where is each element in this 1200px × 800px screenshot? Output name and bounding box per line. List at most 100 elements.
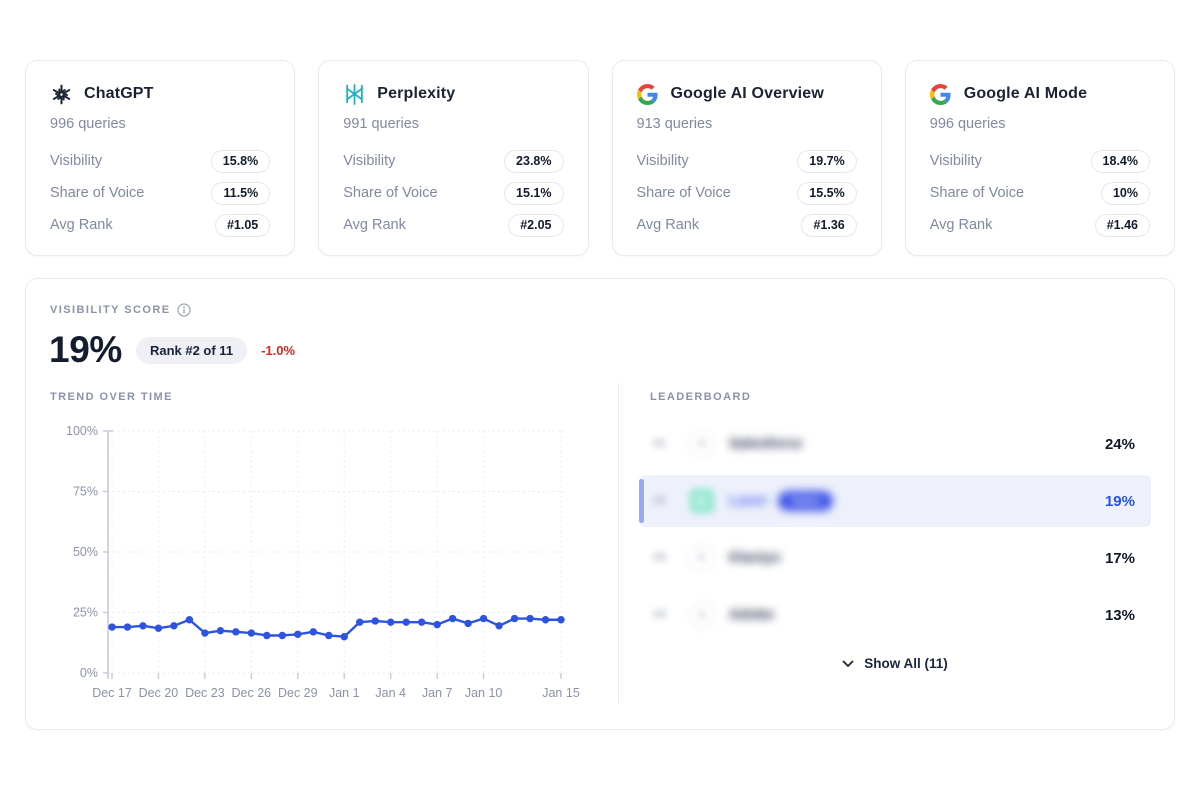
card-queries: 991 queries bbox=[343, 116, 563, 132]
visibility-value: 24% bbox=[1105, 436, 1135, 453]
svg-text:Jan 7: Jan 7 bbox=[422, 686, 453, 700]
metric-label: Avg Rank bbox=[637, 217, 700, 233]
trend-chart-canvas: Dec 17Dec 20Dec 23Dec 26Dec 29Jan 1Jan 4… bbox=[50, 413, 592, 709]
svg-text:100%: 100% bbox=[66, 424, 98, 438]
svg-text:75%: 75% bbox=[73, 485, 98, 499]
trend-chart: Dec 17Dec 20Dec 23Dec 26Dec 29Jan 1Jan 4… bbox=[50, 413, 595, 714]
leaderboard-rows: #1 S Salesforce 24% #2 L Laser Yours 19%… bbox=[639, 418, 1151, 641]
card-perplexity-header: Perplexity bbox=[343, 83, 563, 105]
visibility-value: 13% bbox=[1105, 607, 1135, 624]
card-google-ai-overview-header: Google AI Overview bbox=[637, 83, 857, 105]
perplexity-icon bbox=[343, 83, 365, 105]
metric-row: Avg Rank #2.05 bbox=[343, 213, 563, 237]
card-title: Google AI Mode bbox=[964, 85, 1087, 103]
metric-value-pill: #1.36 bbox=[801, 214, 856, 237]
svg-text:50%: 50% bbox=[73, 545, 98, 559]
score-row: 19% Rank #2 of 11 -1.0% bbox=[49, 329, 295, 371]
platform-cards-row: ChatGPT 996 queries Visibility 15.8% Sha… bbox=[25, 60, 1175, 256]
metric-label: Visibility bbox=[343, 153, 395, 169]
visibility-value: 17% bbox=[1105, 550, 1135, 567]
company-name: Klaviyo bbox=[729, 550, 781, 566]
metric-label: Share of Voice bbox=[930, 185, 1024, 201]
metric-row: Visibility 18.4% bbox=[930, 149, 1150, 173]
metric-row: Visibility 23.8% bbox=[343, 149, 563, 173]
company-name: Adobe bbox=[729, 607, 774, 623]
leaderboard-section: LEADERBOARD #1 S Salesforce 24% #2 L Las… bbox=[639, 391, 1151, 671]
company-avatar: S bbox=[689, 431, 715, 457]
rank-label: #3 bbox=[653, 552, 689, 564]
dashboard-page: ChatGPT 996 queries Visibility 15.8% Sha… bbox=[0, 0, 1200, 800]
svg-text:Jan 4: Jan 4 bbox=[375, 686, 406, 700]
metric-value-pill: 10% bbox=[1101, 182, 1150, 205]
card-title: ChatGPT bbox=[84, 85, 154, 103]
metric-row: Share of Voice 10% bbox=[930, 181, 1150, 205]
highlight-bar bbox=[639, 479, 644, 523]
info-icon[interactable] bbox=[177, 303, 191, 317]
metric-value-pill: #1.05 bbox=[215, 214, 270, 237]
metric-row: Share of Voice 15.1% bbox=[343, 181, 563, 205]
svg-text:Dec 26: Dec 26 bbox=[232, 686, 272, 700]
yours-badge: Yours bbox=[778, 491, 833, 511]
visibility-score-card: VISIBILITY SCORE 19% Rank #2 of 11 -1.0%… bbox=[25, 278, 1175, 730]
rank-label: #1 bbox=[653, 438, 689, 450]
company-name: Laser bbox=[729, 493, 768, 509]
score-delta: -1.0% bbox=[261, 343, 295, 358]
metric-label: Share of Voice bbox=[343, 185, 437, 201]
metric-label: Visibility bbox=[637, 153, 689, 169]
visibility-value: 19% bbox=[1105, 493, 1135, 510]
card-title: Google AI Overview bbox=[671, 85, 824, 103]
metric-label: Share of Voice bbox=[50, 185, 144, 201]
svg-text:0%: 0% bbox=[80, 666, 98, 680]
google-icon bbox=[930, 83, 952, 105]
metric-label: Avg Rank bbox=[50, 217, 113, 233]
metric-row: Avg Rank #1.36 bbox=[637, 213, 857, 237]
metric-label: Avg Rank bbox=[930, 217, 993, 233]
metric-row: Visibility 19.7% bbox=[637, 149, 857, 173]
visibility-score-label: VISIBILITY SCORE bbox=[50, 304, 170, 316]
card-queries: 996 queries bbox=[930, 116, 1150, 132]
visibility-score-header: VISIBILITY SCORE bbox=[50, 303, 191, 317]
company-avatar: L bbox=[689, 488, 715, 514]
metric-label: Visibility bbox=[930, 153, 982, 169]
metric-value-pill: #2.05 bbox=[508, 214, 563, 237]
svg-text:Dec 29: Dec 29 bbox=[278, 686, 318, 700]
column-divider bbox=[618, 383, 619, 703]
card-google-ai-mode-header: Google AI Mode bbox=[930, 83, 1150, 105]
leaderboard-row-2-highlighted[interactable]: #2 L Laser Yours 19% bbox=[639, 475, 1151, 527]
svg-text:Jan 15: Jan 15 bbox=[542, 686, 580, 700]
company-avatar: A bbox=[689, 602, 715, 628]
company-avatar: K bbox=[689, 545, 715, 571]
metric-value-pill: 19.7% bbox=[797, 150, 856, 173]
metric-value-pill: 11.5% bbox=[211, 182, 270, 205]
metric-value-pill: 15.8% bbox=[211, 150, 270, 173]
trend-over-time-label: TREND OVER TIME bbox=[50, 391, 595, 403]
card-title: Perplexity bbox=[377, 85, 455, 103]
leaderboard-row-1[interactable]: #1 S Salesforce 24% bbox=[639, 418, 1151, 470]
card-google-ai-mode: Google AI Mode 996 queries Visibility 18… bbox=[905, 60, 1175, 256]
metric-row: Avg Rank #1.05 bbox=[50, 213, 270, 237]
show-all-label: Show All (11) bbox=[864, 656, 948, 671]
metric-row: Share of Voice 15.5% bbox=[637, 181, 857, 205]
svg-text:Jan 1: Jan 1 bbox=[329, 686, 360, 700]
card-queries: 996 queries bbox=[50, 116, 270, 132]
rank-label: #4 bbox=[653, 609, 689, 621]
leaderboard-row-3[interactable]: #3 K Klaviyo 17% bbox=[639, 532, 1151, 584]
svg-text:Dec 20: Dec 20 bbox=[139, 686, 179, 700]
card-queries: 913 queries bbox=[637, 116, 857, 132]
metric-value-pill: 18.4% bbox=[1091, 150, 1150, 173]
metric-label: Visibility bbox=[50, 153, 102, 169]
card-chatgpt-header: ChatGPT bbox=[50, 83, 270, 105]
chevron-down-icon bbox=[842, 660, 854, 668]
show-all-button[interactable]: Show All (11) bbox=[639, 656, 1151, 671]
card-perplexity: Perplexity 991 queries Visibility 23.8% … bbox=[318, 60, 588, 256]
metric-label: Share of Voice bbox=[637, 185, 731, 201]
card-chatgpt: ChatGPT 996 queries Visibility 15.8% Sha… bbox=[25, 60, 295, 256]
leaderboard-row-4[interactable]: #4 A Adobe 13% bbox=[639, 589, 1151, 641]
card-google-ai-overview: Google AI Overview 913 queries Visibilit… bbox=[612, 60, 882, 256]
metric-value-pill: 15.5% bbox=[797, 182, 856, 205]
rank-label: #2 bbox=[653, 495, 689, 507]
metric-row: Avg Rank #1.46 bbox=[930, 213, 1150, 237]
rank-badge: Rank #2 of 11 bbox=[136, 337, 247, 364]
metric-value-pill: 15.1% bbox=[504, 182, 563, 205]
company-name: Salesforce bbox=[729, 436, 802, 452]
